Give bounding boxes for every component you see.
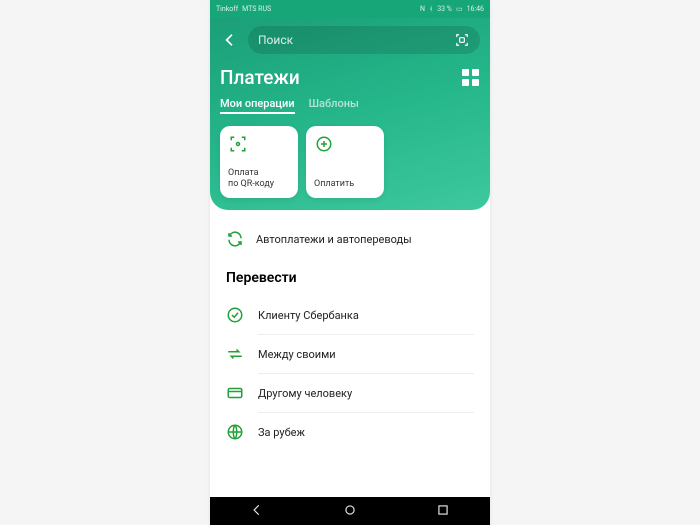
list-label: Другому человеку	[258, 387, 352, 400]
transfer-abroad[interactable]: За рубеж	[226, 413, 474, 451]
status-time: 16:46	[467, 5, 484, 13]
globe-icon	[226, 423, 244, 441]
nav-back[interactable]	[250, 502, 264, 521]
nfc-icon: N	[420, 5, 425, 13]
autopay-label: Автоплатежи и автопереводы	[256, 233, 412, 246]
back-button[interactable]	[220, 30, 240, 50]
transfer-sberbank-client[interactable]: Клиенту Сбербанка	[226, 296, 474, 334]
card-icon	[226, 384, 244, 402]
plus-icon	[314, 134, 334, 154]
card-qr-label: Оплата по QR-коду	[228, 168, 290, 190]
header: Поиск Платежи Мои операции Шаблоны	[210, 18, 490, 210]
nav-home[interactable]	[343, 502, 357, 521]
status-carrier: MTS RUS	[242, 5, 271, 13]
battery-icon: ▭	[456, 5, 463, 13]
card-pay[interactable]: Оплатить	[306, 126, 384, 198]
autopay-row[interactable]: Автоплатежи и автопереводы	[226, 224, 474, 262]
transfer-between-own[interactable]: Между своими	[226, 335, 474, 373]
tab-my-operations[interactable]: Мои операции	[220, 97, 295, 114]
nav-recent[interactable]	[436, 502, 450, 521]
refresh-icon	[226, 230, 244, 248]
card-pay-label: Оплатить	[314, 179, 376, 190]
checkmark-icon	[226, 306, 244, 324]
tabs: Мои операции Шаблоны	[220, 97, 480, 114]
phone-frame: Tinkoff MTS RUS N ᚼ 33 % ▭ 16:46 Поиск	[210, 0, 490, 525]
search-placeholder: Поиск	[258, 33, 293, 47]
list-label: Между своими	[258, 348, 336, 361]
arrows-icon	[226, 345, 244, 363]
qr-scan-icon[interactable]	[454, 32, 470, 48]
battery-text: 33 %	[437, 5, 452, 13]
android-nav-bar	[210, 497, 490, 525]
bluetooth-icon: ᚼ	[429, 5, 433, 13]
page-title: Платежи	[220, 66, 300, 89]
list-label: Клиенту Сбербанка	[258, 309, 359, 322]
grid-menu-icon[interactable]	[462, 69, 480, 87]
content: Автоплатежи и автопереводы Перевести Кли…	[210, 210, 490, 451]
transfer-other-person[interactable]: Другому человеку	[226, 374, 474, 412]
search-input[interactable]: Поиск	[248, 26, 480, 54]
status-bar: Tinkoff MTS RUS N ᚼ 33 % ▭ 16:46	[210, 0, 490, 18]
qr-icon	[228, 134, 248, 154]
card-qr-pay[interactable]: Оплата по QR-коду	[220, 126, 298, 198]
status-app: Tinkoff	[216, 5, 238, 13]
tab-templates[interactable]: Шаблоны	[309, 97, 359, 114]
section-title-transfer: Перевести	[226, 270, 474, 286]
list-label: За рубеж	[258, 426, 305, 439]
